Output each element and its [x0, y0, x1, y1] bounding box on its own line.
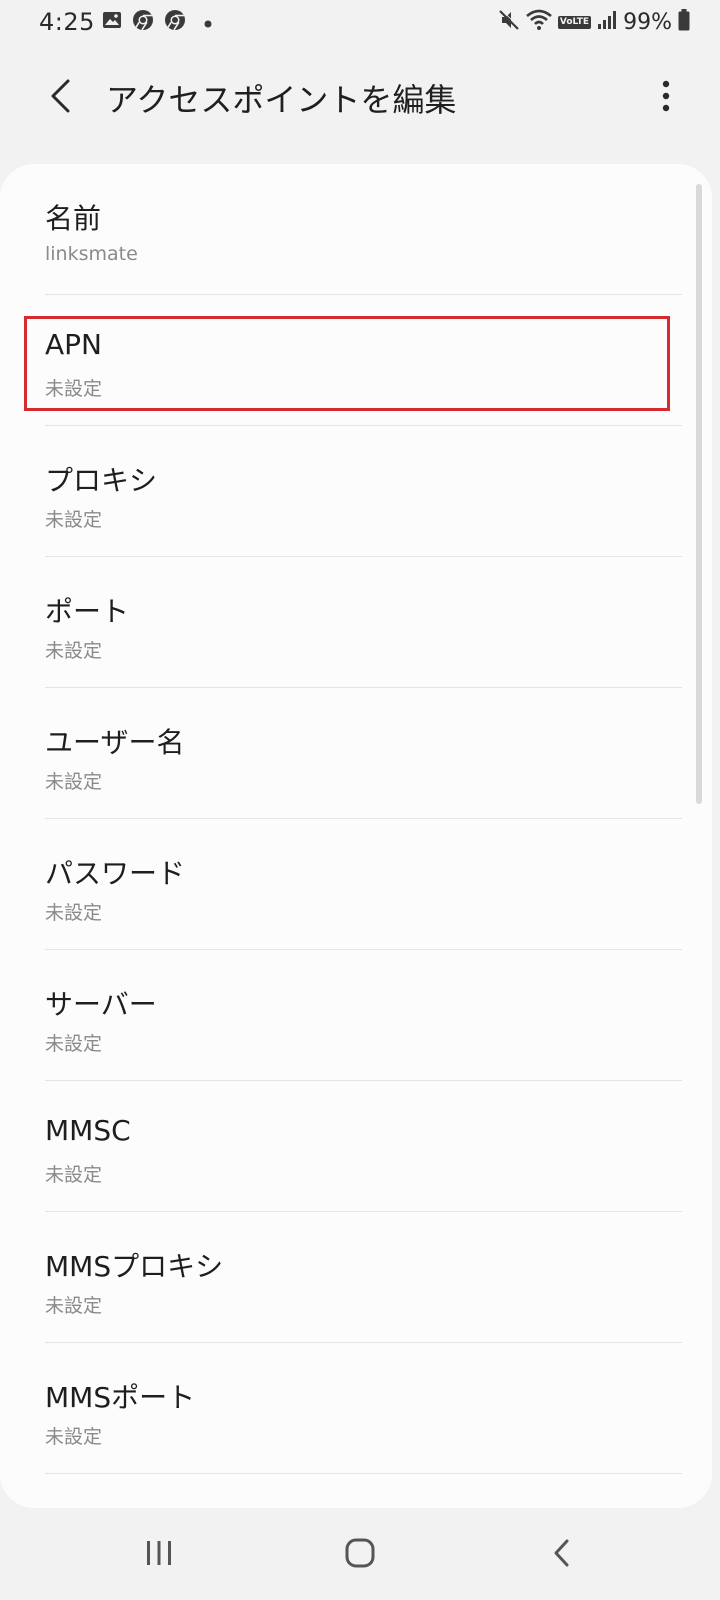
chrome-icon: [164, 9, 186, 35]
setting-value: 未設定: [45, 1033, 103, 1055]
back-icon: [552, 1538, 572, 1572]
volte-icon: VoLTE: [557, 15, 592, 29]
home-button[interactable]: [335, 1530, 385, 1580]
setting-item-port[interactable]: ポート 未設定: [0, 557, 712, 688]
status-time: 4:25: [39, 8, 95, 36]
setting-title: パスワード: [45, 857, 186, 890]
chrome-icon: [132, 9, 154, 35]
recent-apps-icon: [144, 1539, 174, 1571]
more-vert-icon: [662, 80, 670, 116]
signal-icon: [597, 10, 617, 34]
navigation-bar: [0, 1508, 720, 1600]
setting-value: 未設定: [45, 640, 103, 662]
back-button[interactable]: [38, 76, 82, 120]
status-bar: 4:25 VoLTE 99%: [0, 0, 720, 46]
app-bar: アクセスポイントを編集: [0, 58, 720, 138]
wifi-icon: [526, 9, 552, 35]
setting-title: プロキシ: [45, 464, 158, 497]
setting-title: サーバー: [45, 988, 157, 1021]
setting-title: ポート: [45, 595, 130, 628]
setting-value: 未設定: [45, 902, 103, 924]
setting-title: MMSポート: [45, 1381, 196, 1414]
setting-title: ユーザー名: [45, 726, 185, 759]
more-options-button[interactable]: [654, 76, 678, 120]
notification-dot-icon: [204, 13, 212, 32]
home-icon: [344, 1537, 376, 1573]
gallery-icon: [102, 10, 122, 34]
setting-item-server[interactable]: サーバー 未設定: [0, 950, 712, 1081]
status-right-icons: VoLTE 99%: [498, 8, 690, 36]
page-title: アクセスポイントを編集: [106, 81, 457, 119]
settings-card: 名前 linksmate APN 未設定 プロキシ 未設定 ポート 未設定 ユー…: [0, 164, 712, 1508]
setting-value: 未設定: [45, 1295, 103, 1317]
setting-item-proxy[interactable]: プロキシ 未設定: [0, 426, 712, 557]
setting-value: 未設定: [45, 1164, 103, 1186]
setting-item-mms-proxy[interactable]: MMSプロキシ 未設定: [0, 1212, 712, 1343]
battery-icon: [678, 9, 690, 35]
setting-item-mmsc[interactable]: MMSC 未設定: [0, 1081, 712, 1212]
divider: [45, 1473, 682, 1474]
setting-title: MMSC: [45, 1114, 131, 1147]
chevron-left-icon: [48, 78, 72, 118]
setting-item-mms-port[interactable]: MMSポート 未設定: [0, 1343, 712, 1474]
recent-apps-button[interactable]: [134, 1530, 184, 1580]
mute-icon: [498, 9, 520, 35]
setting-title: MMSプロキシ: [45, 1250, 224, 1283]
setting-value: linksmate: [45, 243, 138, 265]
setting-item-password[interactable]: パスワード 未設定: [0, 819, 712, 950]
setting-value: 未設定: [45, 771, 103, 793]
setting-value: 未設定: [45, 1426, 103, 1448]
battery-percent: 99%: [623, 9, 672, 35]
setting-item-name[interactable]: 名前 linksmate: [0, 164, 712, 295]
setting-value: 未設定: [45, 509, 103, 531]
scrollbar[interactable]: [696, 184, 702, 804]
nav-back-button[interactable]: [537, 1530, 587, 1580]
setting-item-username[interactable]: ユーザー名 未設定: [0, 688, 712, 819]
setting-title: 名前: [45, 202, 102, 235]
apn-highlight-box: [24, 316, 670, 411]
status-left-icons: [102, 9, 212, 35]
